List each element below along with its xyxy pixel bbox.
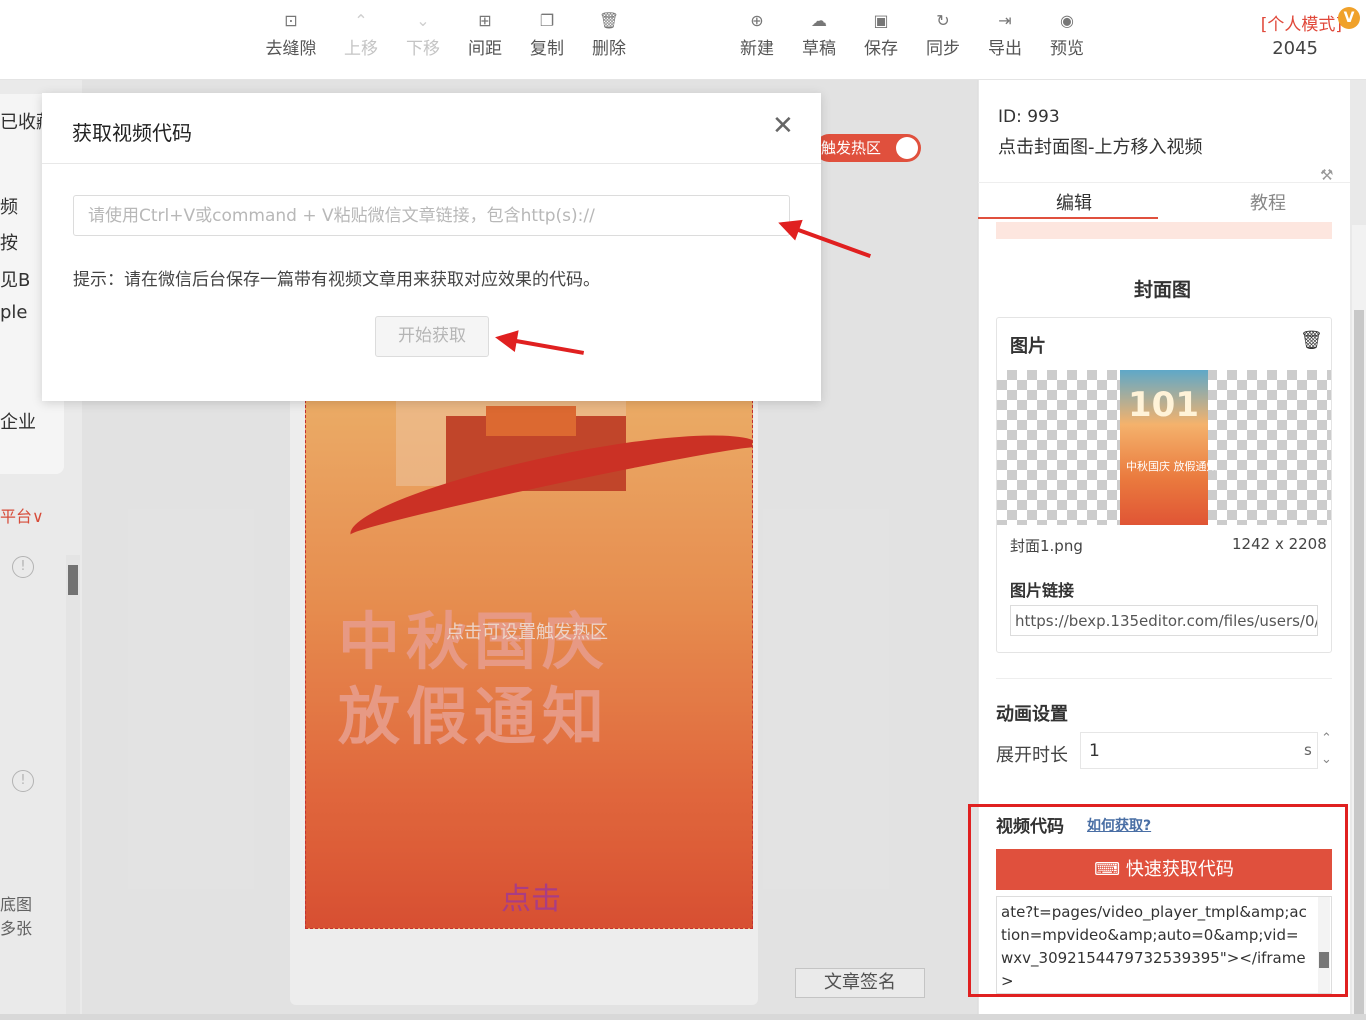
- image-link-label: 图片链接: [1010, 581, 1075, 600]
- toolbar-button-1[interactable]: ⌃ 上移: [330, 8, 392, 59]
- toolbar-button-7[interactable]: ☁ 草稿: [788, 8, 850, 59]
- component-name: 点击封面图-上方移入视频: [998, 137, 1203, 158]
- toolbar-button-11[interactable]: ◉ 预览: [1036, 8, 1098, 59]
- dialog-tip: 提示：请在微信后台保存一篇带有视频文章用来获取对应效果的代码。: [73, 270, 600, 290]
- annotation-highlight-box: [968, 804, 1348, 997]
- toolbar-button-9[interactable]: ↻ 同步: [912, 8, 974, 59]
- trash-icon[interactable]: 🗑: [1300, 330, 1323, 351]
- notice-bar: [996, 222, 1332, 239]
- active-tab-indicator: [978, 217, 1158, 219]
- thumbnail-number: 101: [1128, 385, 1199, 425]
- spacing-icon: ⊞: [478, 11, 492, 30]
- hotzone-toggle[interactable]: 触发热区: [815, 134, 921, 162]
- tab-divider: [978, 182, 1350, 183]
- top-toolbar: [0, 0, 1366, 80]
- toolbar-button-label: 下移: [406, 39, 440, 59]
- toolbar-button-label: 复制: [530, 39, 564, 59]
- count-value: 2045: [1272, 38, 1318, 59]
- sync-icon: ↻: [936, 11, 950, 30]
- toolbar-button-label: 新建: [740, 39, 774, 59]
- toolbar-button-label: 同步: [926, 39, 960, 59]
- image-filename: 封面1.png: [1010, 537, 1083, 555]
- toolbar-button-label: 上移: [344, 39, 378, 59]
- chevron-up-icon[interactable]: ⌃: [1321, 731, 1332, 746]
- toolbar-button-label: 删除: [592, 39, 626, 59]
- tab-edit[interactable]: 编辑: [1056, 189, 1092, 215]
- duration-unit: s: [1304, 741, 1312, 759]
- down-icon: ⌄: [416, 11, 430, 30]
- up-icon: ⌃: [354, 11, 368, 30]
- toolbar-button-6[interactable]: ⊕ 新建: [726, 8, 788, 59]
- gap-icon: ⊡: [284, 11, 298, 30]
- component-id: ID: 993: [998, 107, 1060, 127]
- chevron-down-icon[interactable]: ⌄: [1321, 752, 1332, 767]
- article-url-input[interactable]: [73, 195, 790, 236]
- cloud-icon: ☁: [811, 11, 827, 30]
- thumbnail-caption: 中秋国庆 放假通知: [1126, 460, 1218, 473]
- start-fetch-button[interactable]: 开始获取: [375, 316, 489, 357]
- toolbar-button-10[interactable]: ⇥ 导出: [974, 8, 1036, 59]
- save-icon: ▣: [873, 11, 889, 30]
- vip-badge-icon: V: [1338, 7, 1360, 29]
- tab-tutorial[interactable]: 教程: [1250, 189, 1286, 215]
- toolbar-button-label: 草稿: [802, 39, 836, 59]
- image-link-input[interactable]: [1010, 605, 1318, 636]
- toolbar-button-2[interactable]: ⌄ 下移: [392, 8, 454, 59]
- toolbar-button-5[interactable]: 🗑 删除: [578, 8, 640, 59]
- toolbar-button-label: 预览: [1050, 39, 1084, 59]
- toolbar-button-label: 导出: [988, 39, 1022, 59]
- duration-input[interactable]: [1080, 732, 1318, 769]
- toolbar-button-label: 间距: [468, 39, 502, 59]
- image-card-label: 图片: [1010, 336, 1046, 357]
- bottom-bar: [0, 1014, 1366, 1020]
- export-icon: ⇥: [998, 11, 1012, 30]
- toolbar-button-3[interactable]: ⊞ 间距: [454, 8, 516, 59]
- eye-icon: ◉: [1060, 11, 1074, 30]
- image-dimensions: 1242 x 2208: [1232, 535, 1327, 553]
- hotzone-toggle-label: 触发热区: [821, 139, 882, 157]
- cover-section-title: 封面图: [1134, 279, 1192, 301]
- toggle-knob: [896, 137, 918, 159]
- animation-section-title: 动画设置: [996, 704, 1068, 725]
- delete-icon: 🗑: [598, 11, 620, 30]
- toolbar-button-label: 保存: [864, 39, 898, 59]
- dialog-title: 获取视频代码: [72, 121, 192, 145]
- dialog-divider: [42, 163, 821, 164]
- close-icon[interactable]: ✕: [772, 111, 794, 141]
- toolbar-button-0[interactable]: ⊡ 去缝隙: [260, 8, 322, 59]
- section-divider: [996, 678, 1332, 679]
- new-file-icon: ⊕: [750, 11, 764, 30]
- toolbar-button-8[interactable]: ▣ 保存: [850, 8, 912, 59]
- right-scrollbar-thumb[interactable]: [1354, 310, 1364, 1015]
- get-video-code-dialog: 获取视频代码 ✕ 提示：请在微信后台保存一篇带有视频文章用来获取对应效果的代码。…: [42, 93, 821, 401]
- toolbar-button-label: 去缝隙: [265, 39, 317, 59]
- copy-icon: ❐: [539, 11, 555, 30]
- toolbar-button-4[interactable]: ❐ 复制: [516, 8, 578, 59]
- personal-mode-label[interactable]: [个人模式]: [1261, 10, 1342, 35]
- duration-label: 展开时长: [996, 745, 1068, 766]
